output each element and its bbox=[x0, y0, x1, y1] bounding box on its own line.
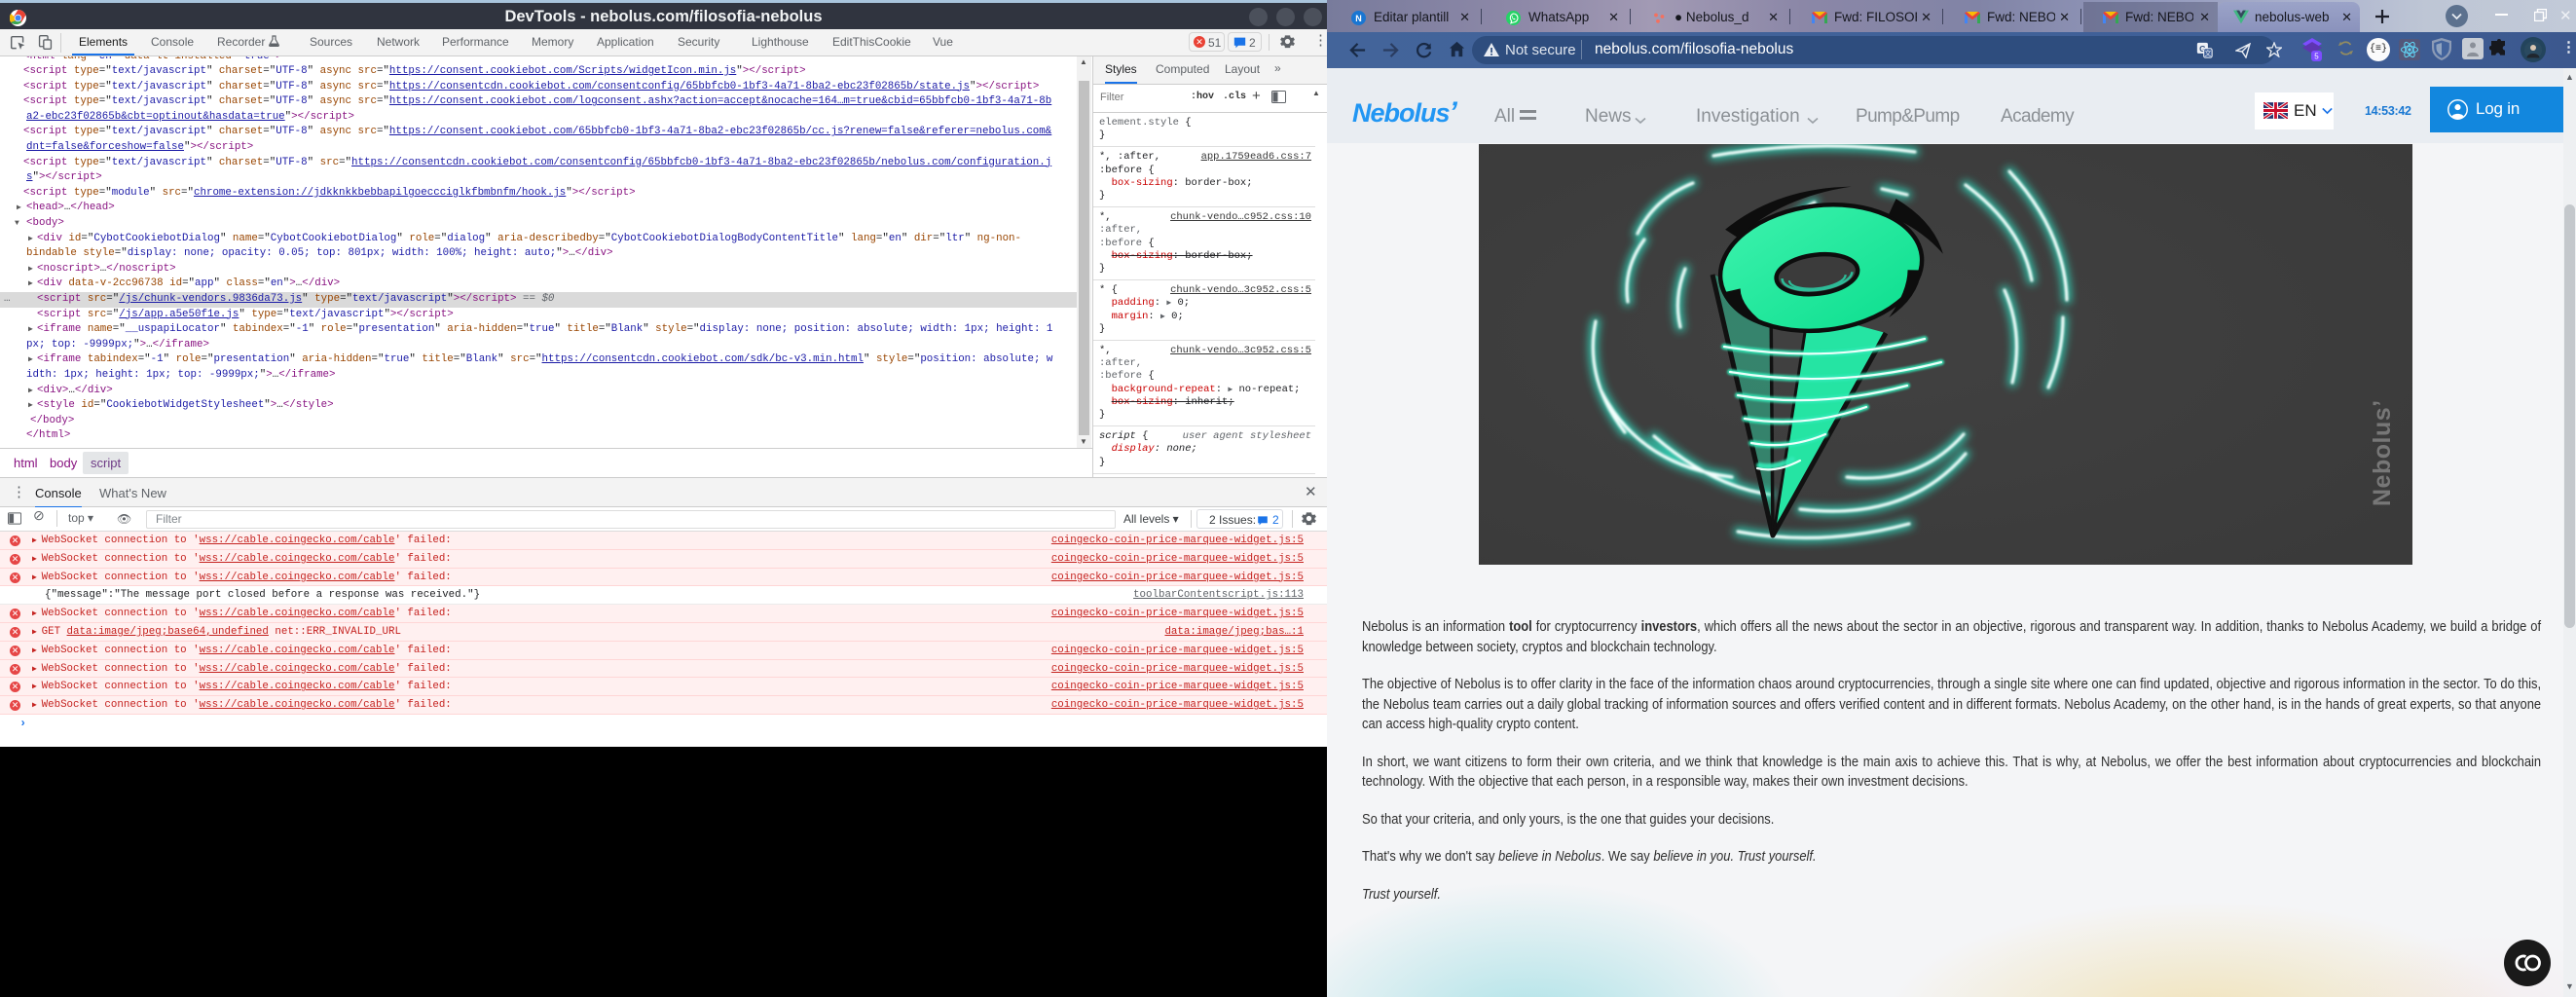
svg-text:5: 5 bbox=[2314, 53, 2319, 61]
svg-text:N: N bbox=[1355, 14, 1362, 23]
svg-text:文: 文 bbox=[2205, 49, 2212, 57]
